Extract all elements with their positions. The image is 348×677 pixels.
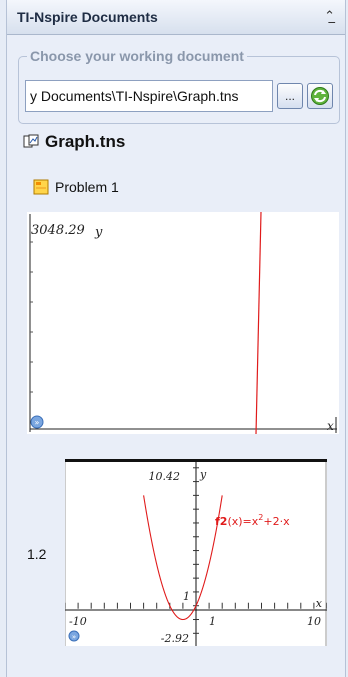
page-2-y-axis-label: y	[199, 468, 207, 481]
function-label: f2(x)=x2+2·x	[215, 513, 290, 528]
panel-titlebar: TI-Nspire Documents ⌃̲	[7, 0, 345, 35]
page-1-y-axis-label: y	[94, 225, 103, 240]
svg-text:»: »	[72, 633, 76, 641]
page-1-graph: 3048.29 y x »	[29, 211, 337, 435]
double-chevron-up-icon[interactable]: ⌃̲	[324, 8, 335, 24]
refresh-icon	[311, 87, 329, 105]
panel-title: TI-Nspire Documents	[17, 9, 158, 25]
function-arg: (x)=x	[227, 515, 258, 528]
page-2-graph: 10.42 y 1 1 -10 10 x -2.92 f2(x)=x2+2·x …	[64, 459, 328, 646]
page-2-y-max-label: 10.42	[149, 470, 181, 483]
page-2-x-axis-label: x	[316, 597, 323, 610]
page-thumbnail-2[interactable]: 10.42 y 1 1 -10 10 x -2.92 f2(x)=x2+2·x …	[64, 459, 328, 646]
page-number-label: 1.2	[27, 546, 47, 562]
document-path-input[interactable]	[26, 81, 272, 111]
svg-text:»: »	[35, 418, 40, 427]
problem-label: Problem 1	[55, 179, 119, 195]
browse-button-label: ...	[284, 89, 295, 103]
browse-button[interactable]: ...	[277, 83, 303, 109]
problem-icon	[33, 179, 49, 195]
function-tail: +2·x	[263, 515, 290, 528]
page-2-y-min-label: -2.92	[161, 632, 189, 645]
page-thumbnail-1[interactable]: 3048.29 y x »	[27, 211, 339, 435]
expand-arrows-icon[interactable]: »	[68, 630, 80, 642]
page-1-x-axis-label: x	[327, 419, 334, 433]
document-row[interactable]: Graph.tns	[23, 130, 125, 154]
refresh-button[interactable]	[307, 83, 333, 109]
svg-text:f2(x)=x2+2·x: f2(x)=x2+2·x	[215, 513, 290, 528]
documents-panel: TI-Nspire Documents ⌃̲ Choose your worki…	[6, 0, 346, 677]
page-2-tick-one-y: 1	[183, 590, 190, 603]
page-2-tick-one-x: 1	[209, 615, 216, 628]
document-name: Graph.tns	[45, 132, 126, 151]
page-1-y-top-label: 3048.29	[31, 223, 85, 238]
expand-arrows-icon[interactable]: »	[30, 415, 44, 429]
page-2-x-max-label: 10	[307, 615, 321, 628]
document-path-field[interactable]	[25, 80, 273, 112]
problem-row[interactable]: Problem 1	[33, 176, 119, 198]
document-icon	[23, 134, 39, 148]
function-name: f2	[215, 515, 227, 528]
choose-document-legend: Choose your working document	[30, 48, 244, 64]
panel-bottom	[7, 668, 345, 677]
page-2-x-min-label: -10	[69, 615, 87, 628]
